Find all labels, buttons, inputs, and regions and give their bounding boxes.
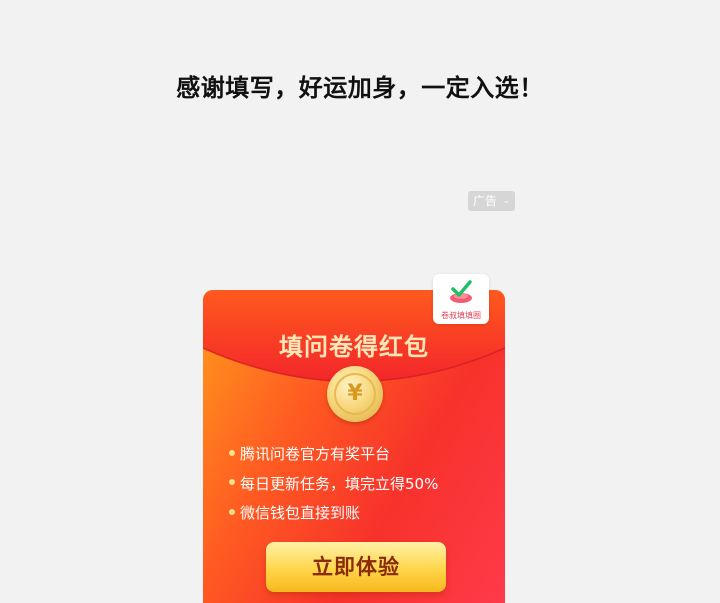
benefit-item: 每日更新任务，填完立得50% (229, 470, 499, 500)
coin-icon: ¥ (327, 366, 383, 422)
red-packet-ad-card[interactable]: 填问卷得红包 ¥ 腾讯问卷官方有奖平台 每日更新任务，填完立得50% 微信钱包直… (203, 290, 505, 603)
bullet-dot-icon (229, 479, 235, 485)
ad-tag[interactable]: 广告 ⌄ (468, 191, 515, 211)
survey-badge[interactable]: 卷叔填填圈 (433, 274, 489, 324)
benefit-text: 微信钱包直接到账 (240, 504, 361, 522)
try-now-button[interactable]: 立即体验 (266, 542, 446, 592)
badge-label: 卷叔填填圈 (441, 311, 481, 320)
bullet-dot-icon (229, 508, 235, 515)
thanks-message: 感谢填写，好运加身，一定入选！ (176, 74, 544, 102)
benefit-text: 每日更新任务，填完立得50% (240, 474, 439, 493)
card-title: 填问卷得红包 (279, 333, 429, 361)
benefit-item: 腾讯问卷官方有奖平台 (229, 440, 499, 470)
yuan-symbol: ¥ (334, 373, 376, 415)
ad-label: 广告 (473, 194, 498, 208)
chevron-down-icon: ⌄ (502, 196, 510, 206)
benefit-item: 微信钱包直接到账 (229, 499, 499, 529)
bullet-dot-icon (229, 449, 235, 456)
benefit-text: 腾讯问卷官方有奖平台 (240, 445, 391, 463)
benefit-list: 腾讯问卷官方有奖平台 每日更新任务，填完立得50% 微信钱包直接到账 (229, 440, 499, 529)
check-icon (450, 280, 472, 303)
